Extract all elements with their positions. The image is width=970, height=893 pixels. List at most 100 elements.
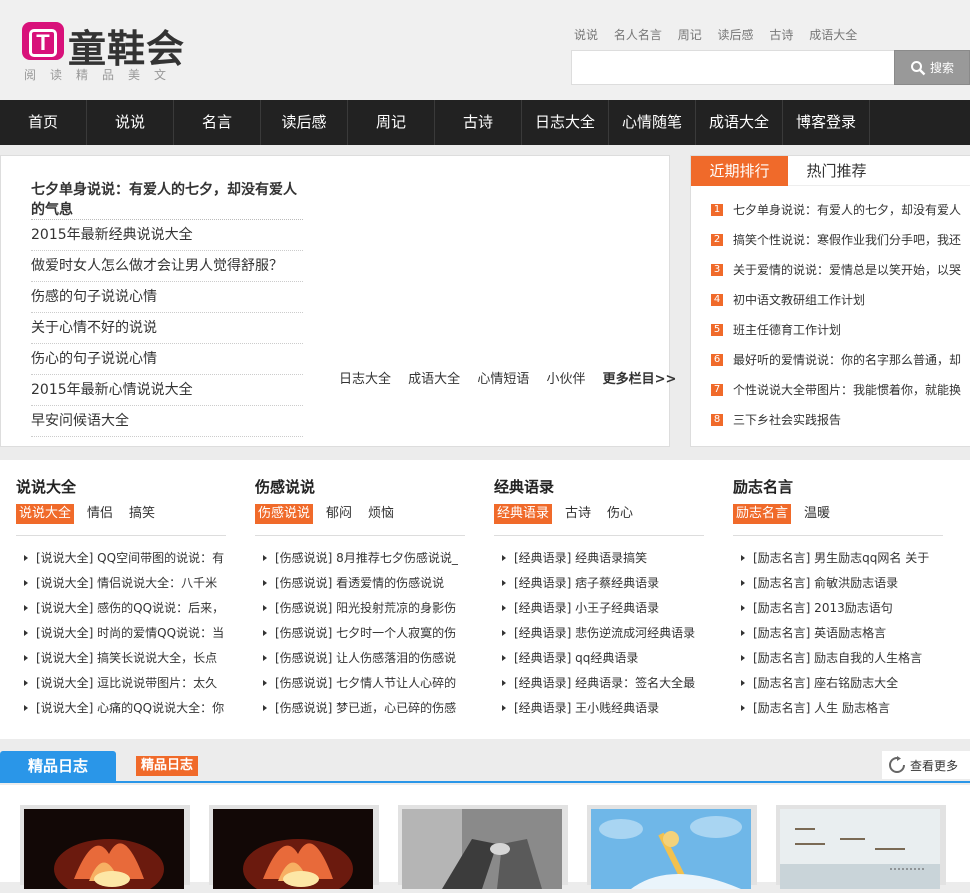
list-item[interactable]: [励志名言] 励志自我的人生格言 — [741, 648, 943, 673]
view-more-button[interactable]: 查看更多 — [882, 751, 970, 779]
tag[interactable]: 伤心 — [604, 504, 636, 524]
tag[interactable]: 烦恼 — [365, 504, 397, 524]
featured-list: 七夕单身说说：有爱人的七夕，却没有爱人的气息 2015年最新经典说说大全 做爱时… — [31, 180, 303, 437]
nav-item-idioms[interactable]: 成语大全 — [696, 100, 783, 145]
list-item[interactable]: 3 关于爱情的说说：爱情总是以笑开始，以哭 — [711, 260, 969, 290]
column-title[interactable]: 励志名言 — [733, 476, 793, 497]
list-item[interactable]: 2 搞笑个性说说：寒假作业我们分手吧，我还 — [711, 230, 969, 260]
top-link[interactable]: 成语大全 — [809, 28, 857, 42]
list-item[interactable]: 关于心情不好的说说 — [31, 313, 303, 344]
category-link[interactable]: 成语大全 — [408, 372, 460, 387]
featured-journals-tag[interactable]: 精品日志 — [136, 756, 199, 776]
photo-card[interactable] — [20, 805, 190, 893]
tag[interactable]: 情侣 — [84, 504, 116, 524]
list-item[interactable]: [伤感说说] 七夕时一个人寂寞的伤 — [263, 623, 465, 648]
list-item[interactable]: [伤感说说] 看透爱情的伤感说说 — [263, 573, 465, 598]
list-item[interactable]: [说说大全] 心痛的QQ说说大全：你 — [24, 698, 226, 723]
category-links: 日志大全 成语大全 心情短语 小伙伴 更多栏目>> — [339, 368, 676, 387]
nav-item-poems[interactable]: 古诗 — [435, 100, 522, 145]
photo-card[interactable] — [209, 805, 379, 893]
tab-featured-journals[interactable]: 精品日志 — [0, 751, 116, 782]
list-item[interactable]: 2015年最新经典说说大全 — [31, 220, 303, 251]
nav-item-essays[interactable]: 心情随笔 — [609, 100, 696, 145]
list-item[interactable]: 4 初中语文教研组工作计划 — [711, 290, 969, 320]
list-item[interactable]: [伤感说说] 让人伤感落泪的伤感说 — [263, 648, 465, 673]
nav-item-quotes[interactable]: 名言 — [174, 100, 261, 145]
list-item[interactable]: [经典语录] 小王子经典语录 — [502, 598, 704, 623]
list-item[interactable]: 伤心的句子说说心情 — [31, 344, 303, 375]
tag[interactable]: 古诗 — [562, 504, 594, 524]
holding-hands-image — [402, 809, 562, 889]
featured-headline[interactable]: 七夕单身说说：有爱人的七夕，却没有爱人的气息 — [31, 180, 303, 220]
list-item[interactable]: [伤感说说] 七夕情人节让人心碎的 — [263, 673, 465, 698]
column-title[interactable]: 经典语录 — [494, 476, 554, 497]
tag-active[interactable]: 说说大全 — [16, 504, 75, 524]
list-item[interactable]: [伤感说说] 8月推荐七夕伤感说说_ — [263, 548, 465, 573]
nav-item-weekly[interactable]: 周记 — [348, 100, 435, 145]
tag[interactable]: 郁闷 — [323, 504, 355, 524]
list-item[interactable]: [经典语录] qq经典语录 — [502, 648, 704, 673]
nav-item-journals[interactable]: 日志大全 — [522, 100, 609, 145]
lotus-candle-image — [24, 809, 184, 893]
nav-item-blog-login[interactable]: 博客登录 — [783, 100, 870, 145]
top-link[interactable]: 读后感 — [718, 28, 754, 42]
list-item[interactable]: [伤感说说] 阳光投射荒凉的身影伤 — [263, 598, 465, 623]
list-item[interactable]: 伤感的句子说说心情 — [31, 282, 303, 313]
list-item[interactable]: [励志名言] 英语励志格言 — [741, 623, 943, 648]
list-item[interactable]: [说说大全] QQ空间带图的说说：有 — [24, 548, 226, 573]
list-item[interactable]: [伤感说说] 梦已逝，心已碎的伤感 — [263, 698, 465, 723]
list-item[interactable]: 2015年最新心情说说大全 — [31, 375, 303, 406]
top-link[interactable]: 说说 — [574, 28, 598, 42]
top-link[interactable]: 名人名言 — [614, 28, 662, 42]
category-link[interactable]: 日志大全 — [339, 372, 391, 387]
list-item[interactable]: 7 个性说说大全带图片：我能惯着你，就能换 — [711, 380, 969, 410]
list-item[interactable]: [说说大全] 搞笑长说说大全，长点 — [24, 648, 226, 673]
nav-item-reviews[interactable]: 读后感 — [261, 100, 348, 145]
photo-card[interactable] — [398, 805, 568, 889]
list-item[interactable]: [励志名言] 座右铭励志大全 — [741, 673, 943, 698]
list-item[interactable]: [经典语录] 悲伤逆流成河经典语录 — [502, 623, 704, 648]
list-item[interactable]: [说说大全] 感伤的QQ说说：后来， — [24, 598, 226, 623]
category-link[interactable]: 心情短语 — [477, 372, 529, 387]
tab-hot-recommend[interactable]: 热门推荐 — [788, 156, 885, 186]
featured-journals-bar: 精品日志 精品日志 查看更多 — [0, 751, 970, 783]
top-link[interactable]: 古诗 — [769, 28, 793, 42]
nav-item-home[interactable]: 首页 — [0, 100, 87, 145]
list-item[interactable]: [说说大全] 情侣说说大全：八千米 — [24, 573, 226, 598]
tag[interactable]: 搞笑 — [126, 504, 158, 524]
tag[interactable]: 温暖 — [801, 504, 833, 524]
list-item[interactable]: 6 最好听的爱情说说：你的名字那么普通，却 — [711, 350, 969, 380]
list-item[interactable]: [说说大全] 时尚的爱情QQ说说：当 — [24, 623, 226, 648]
list-item[interactable]: [励志名言] 2013励志语句 — [741, 598, 943, 623]
tag-active[interactable]: 伤感说说 — [255, 504, 314, 524]
list-item[interactable]: [励志名言] 俞敏洪励志语录 — [741, 573, 943, 598]
column-title[interactable]: 说说大全 — [16, 476, 76, 497]
more-categories-link[interactable]: 更多栏目>> — [603, 372, 677, 387]
list-item[interactable]: [经典语录] 王小贱经典语录 — [502, 698, 704, 723]
list-item[interactable]: 早安问候语大全 — [31, 406, 303, 437]
list-item[interactable]: [经典语录] 经典语录：签名大全最 — [502, 673, 704, 698]
calligraphy-image — [780, 809, 940, 889]
list-item[interactable]: 做爱时女人怎么做才会让男人觉得舒服？ — [31, 251, 303, 282]
nav-item-shuoshuo[interactable]: 说说 — [87, 100, 174, 145]
list-item[interactable]: 1 七夕单身说说：有爱人的七夕，却没有爱人 — [711, 200, 969, 230]
list-item[interactable]: 5 班主任德育工作计划 — [711, 320, 969, 350]
top-link[interactable]: 周记 — [678, 28, 702, 42]
photo-card[interactable] — [776, 805, 946, 889]
column-title[interactable]: 伤感说说 — [255, 476, 315, 497]
top-links: 说说 名人名言 周记 读后感 古诗 成语大全 — [574, 26, 869, 43]
photo-card[interactable] — [587, 805, 757, 889]
tab-recent-ranking[interactable]: 近期排行 — [691, 156, 788, 186]
tag-active[interactable]: 经典语录 — [494, 504, 553, 524]
search-input[interactable] — [571, 50, 895, 85]
tag-active[interactable]: 励志名言 — [733, 504, 792, 524]
list-item[interactable]: [经典语录] 经典语录搞笑 — [502, 548, 704, 573]
search-button[interactable]: 搜索 — [894, 50, 970, 85]
list-item[interactable]: [经典语录] 痞子蔡经典语录 — [502, 573, 704, 598]
list-item[interactable]: [说说大全] 逗比说说带图片：太久 — [24, 673, 226, 698]
list-item[interactable]: [励志名言] 男生励志qq网名 关于 — [741, 548, 943, 573]
category-link[interactable]: 小伙伴 — [546, 372, 585, 387]
list-item[interactable]: [励志名言] 人生 励志格言 — [741, 698, 943, 723]
ranking-list: 1 七夕单身说说：有爱人的七夕，却没有爱人 2 搞笑个性说说：寒假作业我们分手吧，我… — [711, 200, 969, 440]
list-item[interactable]: 8 三下乡社会实践报告 — [711, 410, 969, 440]
